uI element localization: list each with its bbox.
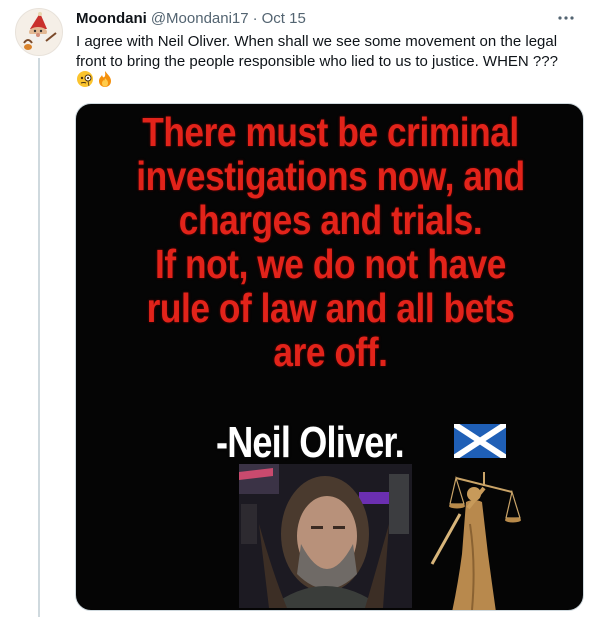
scotland-flag-icon [454, 424, 506, 458]
tweet-header: Moondani @Moondani17 · Oct 15 [76, 8, 578, 28]
quote-line: If not, we do not have [155, 241, 506, 287]
attribution: -Neil Oliver. [216, 418, 445, 468]
quote-line: investigations now, and [136, 153, 525, 199]
neil-oliver-photo [239, 464, 412, 608]
quote-text: There must be criminal investigations no… [112, 110, 550, 374]
tweet-text: I agree with Neil Oliver. When shall we … [76, 33, 558, 70]
lady-justice-statue [430, 472, 521, 610]
quote-line: rule of law and all bets [146, 285, 515, 331]
tweet[interactable]: Moondani @Moondani17 · Oct 15 I agree wi… [0, 0, 598, 617]
separator-dot: · [252, 9, 258, 27]
user-handle[interactable]: @Moondani17 [151, 10, 249, 27]
emoji-row [76, 70, 114, 88]
quote-line: charges and trials. [178, 197, 483, 243]
quote-line: There must be criminal [142, 109, 519, 155]
portrait-image [239, 464, 412, 608]
tweet-media-image[interactable]: There must be criminal investigations no… [75, 103, 584, 611]
face-with-monocle-emoji [77, 71, 93, 87]
gnome-avatar-icon [16, 9, 62, 55]
more-horizontal-icon [558, 16, 574, 20]
attribution-text: -Neil Oliver. [216, 418, 405, 467]
thread-line [38, 58, 40, 617]
avatar[interactable] [15, 8, 63, 56]
tweet-date[interactable]: Oct 15 [262, 10, 306, 27]
quote-line: are off. [273, 329, 388, 375]
display-name[interactable]: Moondani [76, 10, 147, 27]
more-options-button[interactable] [556, 8, 576, 28]
fire-emoji [99, 71, 111, 87]
